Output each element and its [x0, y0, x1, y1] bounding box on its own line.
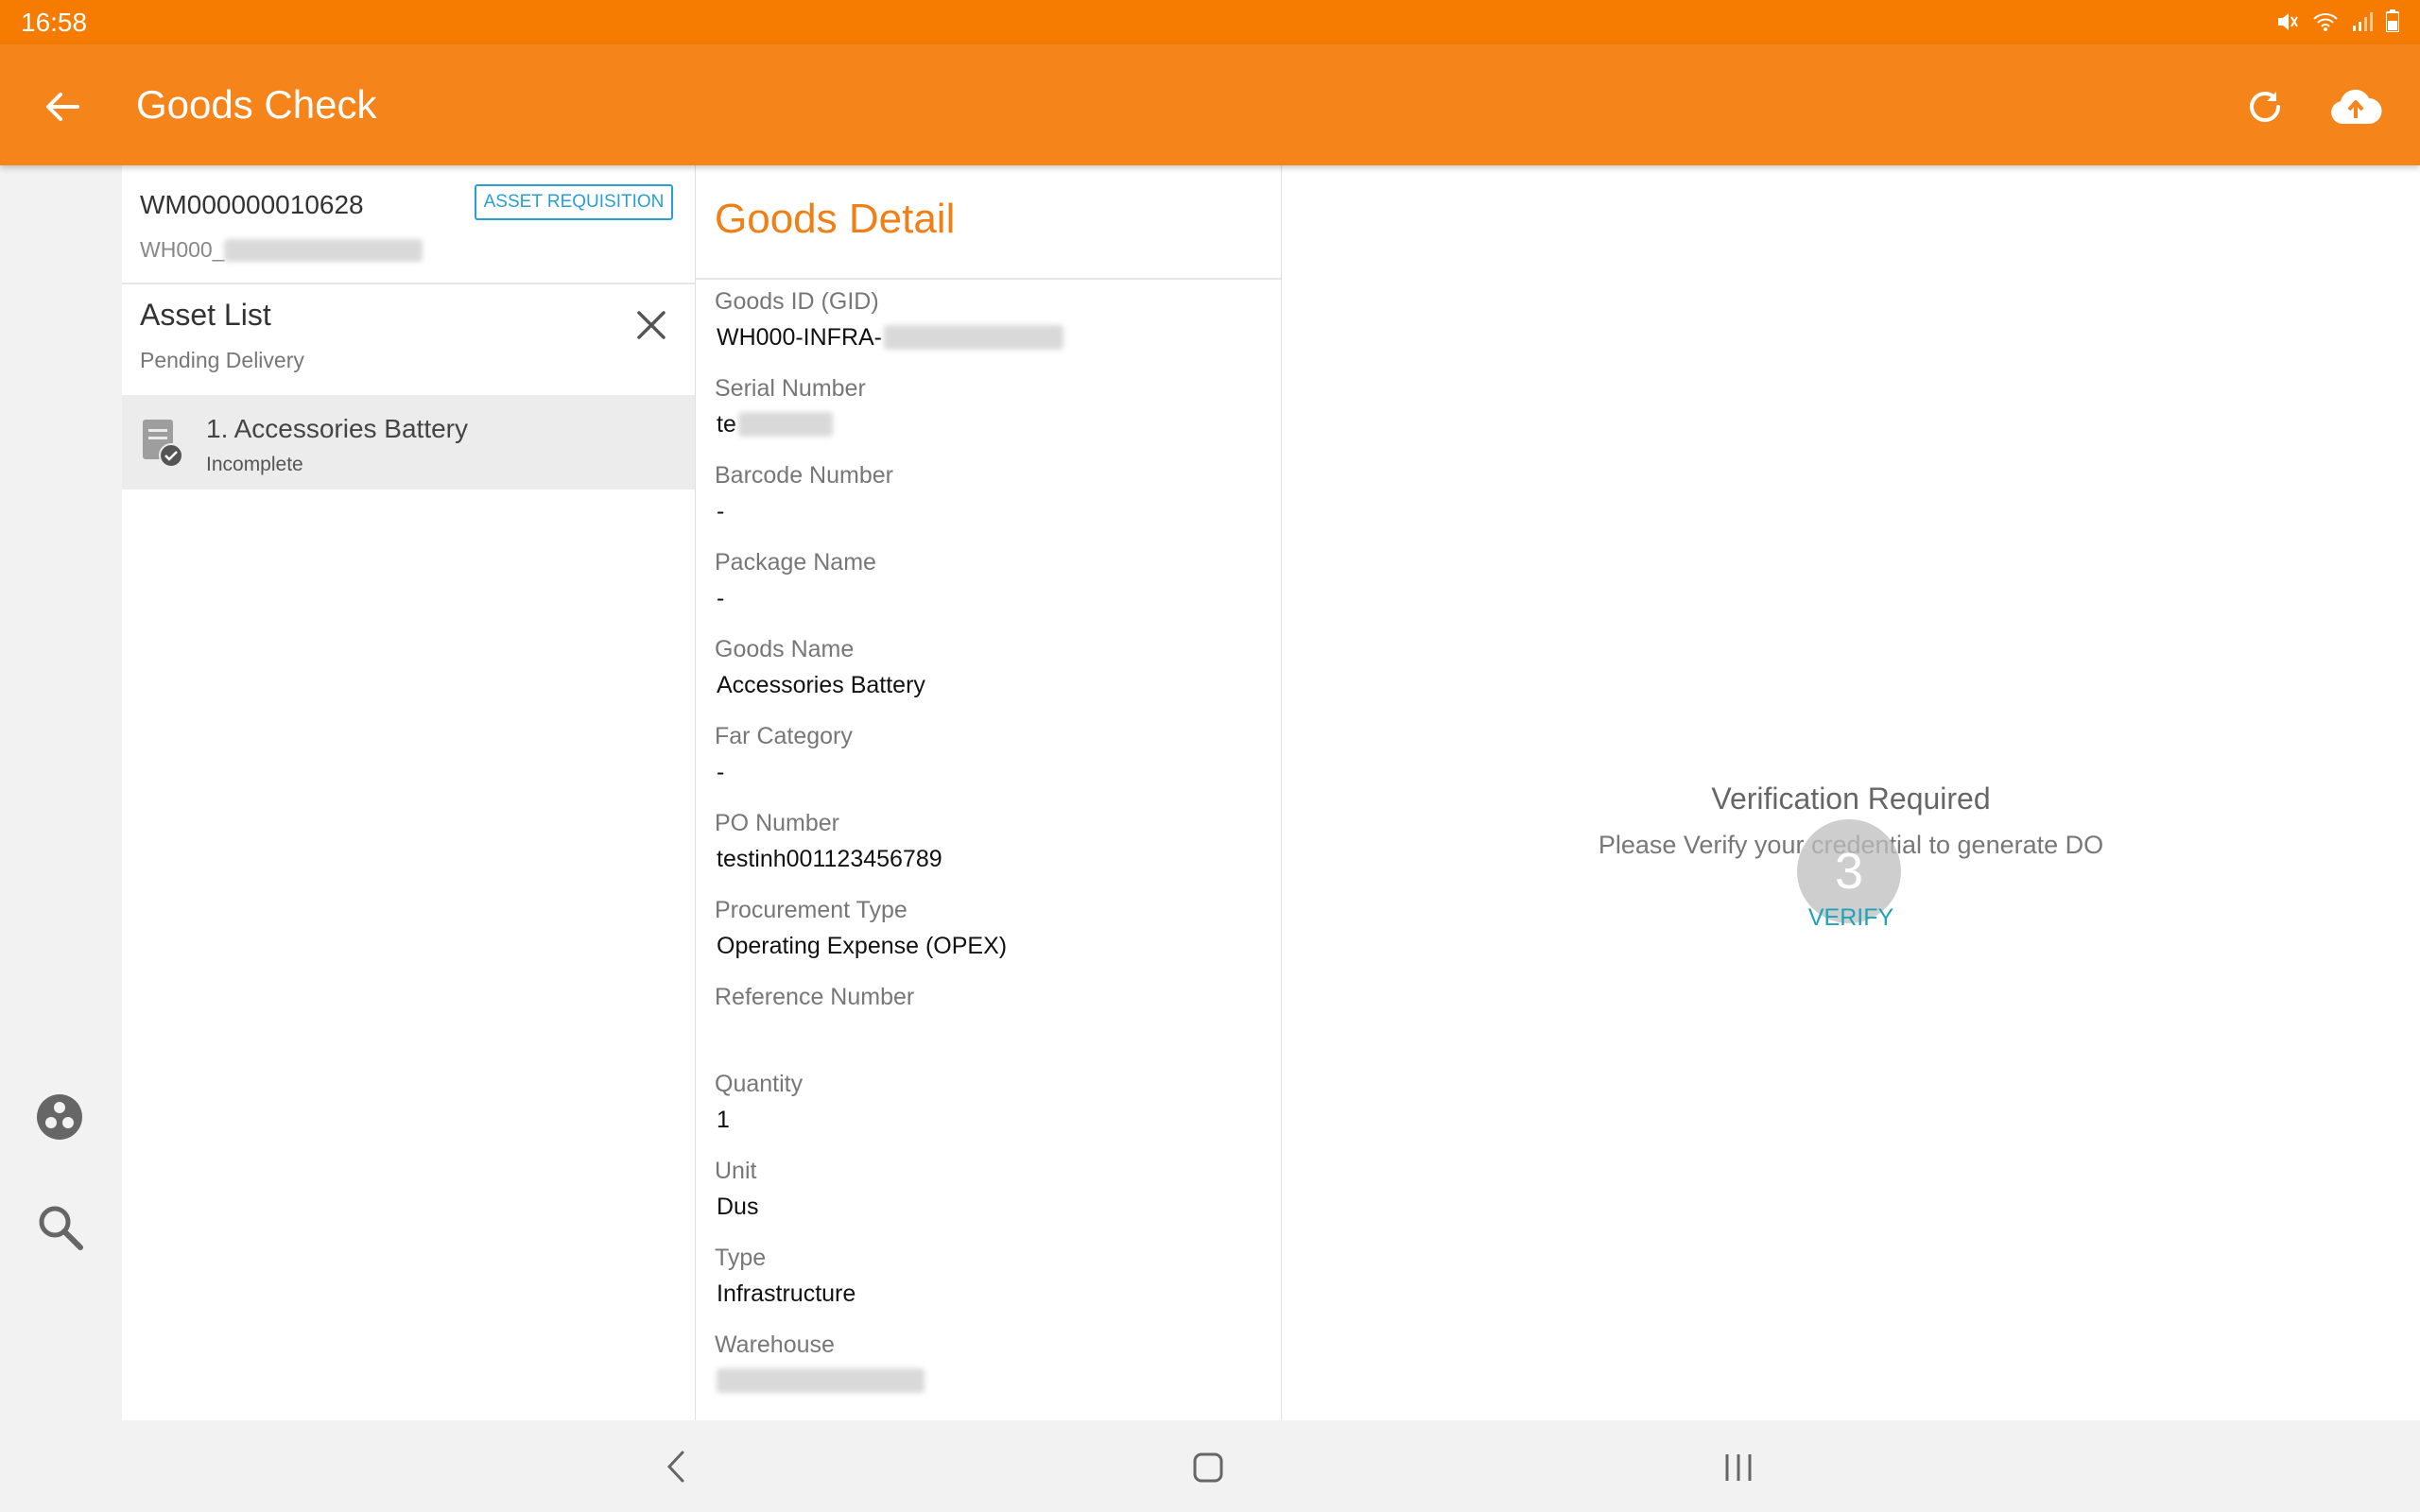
field-value: te: [715, 409, 866, 439]
field-value: -: [717, 758, 725, 785]
field-label: Goods ID (GID): [715, 288, 879, 315]
system-icons: [2276, 9, 2400, 37]
field-label: Type: [715, 1245, 767, 1271]
verification-panel: Verification Required Please Verify your…: [1282, 165, 2420, 1420]
field-warehouse: Warehouse: [715, 1332, 925, 1396]
field-procurement-type: Procurement Type Operating Expense (OPEX…: [715, 897, 1007, 961]
status-time: 16:58: [21, 8, 88, 37]
close-icon[interactable]: [635, 309, 667, 341]
field-label: Reference Number: [715, 984, 915, 1010]
field-quantity: Quantity 1: [715, 1071, 803, 1135]
page-title: Goods Check: [136, 82, 377, 127]
field-unit: Unit Dus: [715, 1158, 758, 1222]
arrow-left-icon[interactable]: [42, 86, 83, 128]
field-value: -: [717, 584, 725, 611]
asset-item-status: Incomplete: [206, 454, 303, 475]
field-label: Unit: [715, 1158, 757, 1184]
nav-back-icon[interactable]: [662, 1449, 690, 1485]
field-value: testinh001123456789: [717, 845, 942, 872]
redacted-text: [884, 325, 1064, 350]
field-package-name: Package Name -: [715, 549, 876, 613]
request-header: WM000000010628 WH000_ ASSET REQUISITION: [122, 165, 695, 284]
goods-detail-panel: Goods Detail Goods ID (GID) WH000-INFRA-…: [696, 165, 1282, 1420]
cloud-upload-icon[interactable]: [2329, 86, 2382, 128]
group-icon[interactable]: [36, 1093, 83, 1141]
document-check-icon: [139, 418, 188, 472]
field-label: Warehouse: [715, 1332, 835, 1358]
wifi-icon: [2312, 11, 2339, 37]
system-nav-bar: [0, 1420, 2420, 1512]
field-far-category: Far Category -: [715, 723, 853, 787]
field-label: Procurement Type: [715, 897, 908, 923]
battery-icon: [2385, 9, 2400, 37]
field-label: Package Name: [715, 549, 876, 576]
redacted-text: [717, 1368, 925, 1393]
verification-title: Verification Required: [1711, 782, 1991, 816]
search-icon[interactable]: [36, 1203, 85, 1252]
status-bar: 16:58: [0, 0, 2420, 44]
field-serial-number: Serial Number te: [715, 375, 866, 439]
verify-button[interactable]: VERIFY: [1282, 904, 2420, 932]
field-value: Dus: [717, 1193, 759, 1220]
field-goods-id: Goods ID (GID) WH000-INFRA-: [715, 288, 1064, 352]
field-label: Far Category: [715, 723, 853, 749]
field-type: Type Infrastructure: [715, 1245, 856, 1309]
field-value: [715, 1366, 925, 1396]
asset-list-panel: WM000000010628 WH000_ ASSET REQUISITION …: [122, 165, 696, 1420]
mute-icon: [2276, 11, 2299, 37]
request-warehouse: WH000_: [140, 237, 424, 263]
serial-number-value: te: [717, 410, 736, 438]
goods-detail-title: Goods Detail: [715, 196, 956, 242]
field-value: [715, 1018, 914, 1048]
field-label: Quantity: [715, 1071, 804, 1097]
left-rail: [0, 165, 121, 1420]
field-label: Barcode Number: [715, 462, 893, 489]
field-barcode-number: Barcode Number -: [715, 462, 893, 526]
app-bar: Goods Check: [0, 44, 2420, 165]
goods-id-value: WH000-INFRA-: [717, 323, 883, 351]
signal-icon: [2352, 11, 2373, 37]
nav-recent-apps-icon[interactable]: [1722, 1452, 1754, 1483]
asset-item-name: 1. Accessories Battery: [206, 414, 469, 443]
field-value: Accessories Battery: [717, 671, 925, 698]
asset-list-subtitle: Pending Delivery: [140, 348, 304, 372]
field-value: 1: [717, 1106, 730, 1133]
request-id: WM000000010628: [140, 190, 364, 219]
field-goods-name: Goods Name Accessories Battery: [715, 636, 925, 700]
asset-list-title: Asset List: [140, 298, 271, 332]
field-po-number: PO Number testinh001123456789: [715, 810, 942, 874]
nav-home-icon[interactable]: [1193, 1452, 1223, 1483]
request-type-badge: ASSET REQUISITION: [475, 184, 673, 220]
redacted-text: [224, 238, 424, 262]
field-label: Goods Name: [715, 636, 855, 662]
field-value: -: [717, 497, 725, 524]
refresh-icon[interactable]: [2244, 86, 2286, 128]
redacted-text: [737, 412, 833, 437]
field-value: Operating Expense (OPEX): [717, 932, 1008, 959]
warehouse-prefix: WH000_: [140, 237, 225, 262]
field-reference-number: Reference Number: [715, 984, 914, 1048]
field-value: Infrastructure: [717, 1280, 856, 1307]
field-label: Serial Number: [715, 375, 866, 402]
divider: [696, 278, 1281, 280]
list-item[interactable]: 1. Accessories Battery Incomplete: [122, 395, 695, 490]
field-value: WH000-INFRA-: [715, 322, 1064, 352]
field-label: PO Number: [715, 810, 839, 836]
